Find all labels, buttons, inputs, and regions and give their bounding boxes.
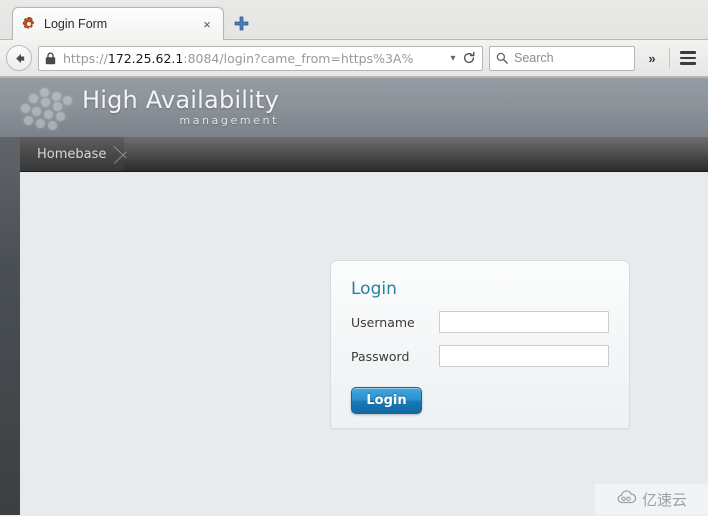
login-submit-button[interactable]: Login	[351, 387, 422, 414]
watermark-text: 亿速云	[641, 491, 687, 509]
username-label: Username	[351, 314, 415, 330]
username-row: Username	[351, 311, 609, 333]
breadcrumb-label: Homebase	[37, 147, 107, 162]
gear-icon	[21, 16, 37, 32]
browser-window: Login Form × https://172.25.62.1:8084/lo…	[0, 0, 708, 516]
brand-area: High Availability management	[20, 78, 279, 138]
url-scheme: https://	[63, 50, 108, 66]
navigation-toolbar: https://172.25.62.1:8084/login?came_from…	[0, 40, 708, 77]
address-bar[interactable]: https://172.25.62.1:8084/login?came_from…	[38, 45, 483, 71]
login-panel-wrapper: Login Username Password Login	[330, 260, 630, 429]
app-header: High Availability management	[0, 77, 708, 137]
chevron-double-right-icon[interactable]: »	[641, 51, 663, 66]
brand-subtitle: management	[179, 114, 280, 127]
password-label: Password	[351, 348, 410, 364]
username-input[interactable]	[439, 311, 609, 333]
plus-icon	[234, 16, 248, 30]
reload-icon[interactable]	[460, 51, 478, 65]
back-button[interactable]	[6, 45, 32, 71]
tab-title: Login Form	[44, 17, 108, 31]
back-arrow-icon	[15, 53, 24, 63]
tab-strip: Login Form ×	[0, 0, 708, 40]
padlock-icon	[45, 51, 57, 65]
password-input[interactable]	[439, 345, 609, 367]
honeycomb-dots-logo	[20, 85, 72, 131]
search-input[interactable]: Search	[514, 51, 554, 65]
cloud-logo-icon	[616, 489, 638, 510]
new-tab-button[interactable]	[232, 14, 250, 32]
page-content: High Availability management Homebase Lo…	[0, 77, 708, 515]
chevron-right-icon	[110, 137, 136, 171]
tab-login-form[interactable]: Login Form ×	[12, 7, 224, 40]
watermark: 亿速云	[595, 484, 708, 515]
url-host: 172.25.62.1	[107, 50, 184, 66]
password-row: Password	[351, 345, 609, 367]
login-panel: Login Username Password Login	[330, 260, 630, 429]
breadcrumb-item-homebase[interactable]: Homebase	[20, 137, 125, 171]
url-path: :8084/login?came_from=https%3A%	[183, 50, 414, 66]
close-icon[interactable]: ×	[199, 16, 215, 32]
login-title: Login	[351, 279, 397, 299]
brand-title: High Availability	[82, 86, 280, 114]
breadcrumb-bar: Homebase	[0, 137, 708, 172]
left-rail	[0, 137, 20, 515]
chevron-down-icon[interactable]: ▾	[446, 53, 460, 64]
hamburger-menu-icon[interactable]	[676, 46, 700, 70]
search-icon	[496, 52, 509, 64]
search-bar[interactable]: Search	[489, 45, 635, 71]
brand-text: High Availability management	[82, 88, 279, 128]
toolbar-divider	[669, 48, 670, 68]
url-text: https://172.25.62.1:8084/login?came_from…	[63, 51, 446, 66]
